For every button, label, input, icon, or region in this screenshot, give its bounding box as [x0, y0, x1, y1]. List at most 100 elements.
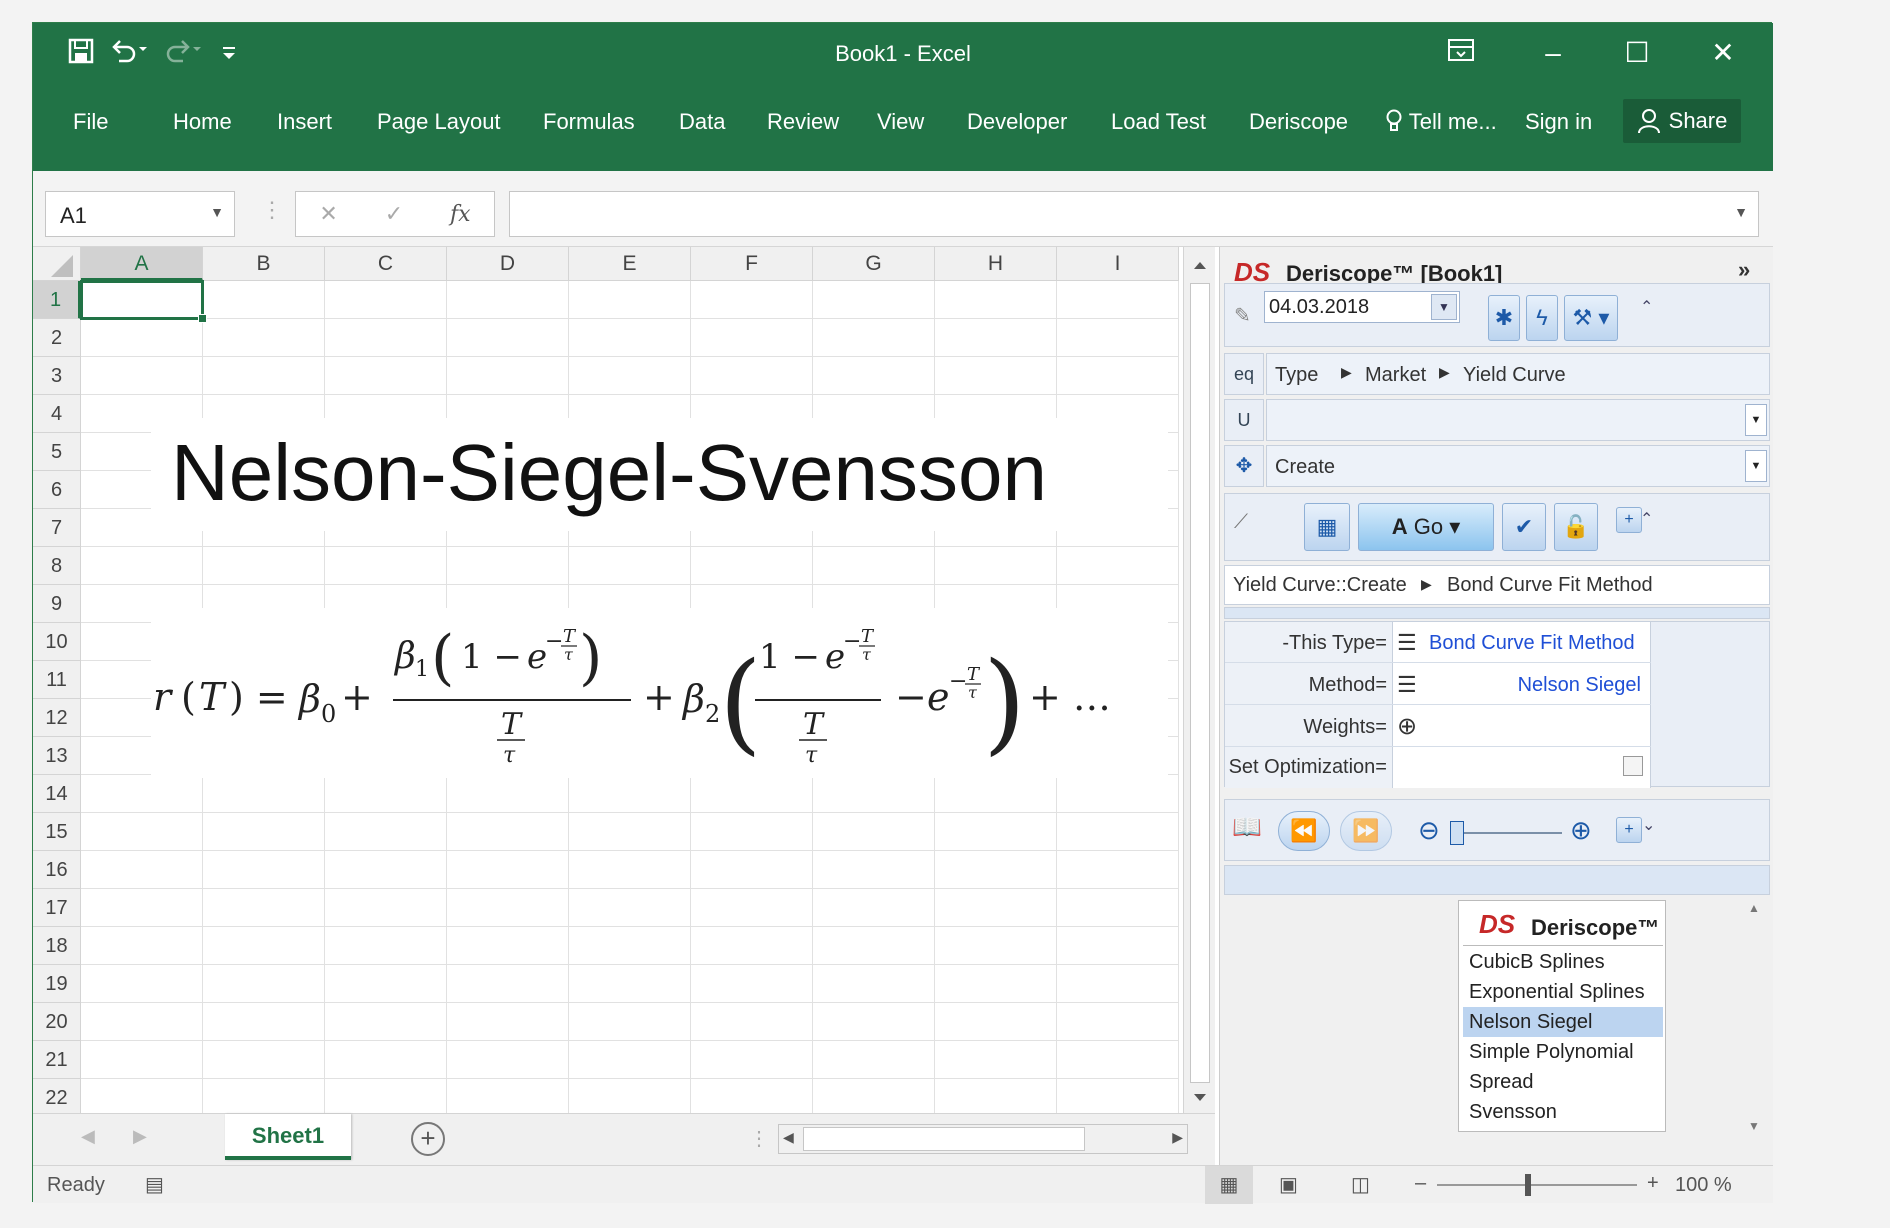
tell-me-box[interactable]: Tell me... — [1385, 109, 1497, 135]
row-header[interactable]: 13 — [33, 737, 81, 775]
normal-view-icon[interactable]: ▦ — [1205, 1166, 1253, 1204]
pane-scrollbar[interactable]: ▲ ▼ — [1740, 897, 1770, 1137]
row-header[interactable]: 20 — [33, 1003, 81, 1041]
scroll-up-icon[interactable] — [1184, 251, 1216, 281]
row-header[interactable]: 17 — [33, 889, 81, 927]
zoom-slider-thumb[interactable] — [1525, 1174, 1531, 1196]
prop-value-method[interactable]: Nelson Siegel — [1518, 674, 1641, 697]
pane-zoom-slider[interactable] — [1450, 832, 1562, 834]
column-header[interactable]: B — [203, 247, 325, 281]
page-layout-view-icon[interactable]: ▣ — [1279, 1172, 1298, 1197]
active-cell[interactable] — [80, 280, 204, 320]
tab-formulas[interactable]: Formulas — [543, 109, 635, 135]
book-icon[interactable]: 📖 — [1232, 813, 1262, 842]
zoom-level[interactable]: 100 % — [1675, 1174, 1732, 1197]
name-box[interactable]: A1 ▼ — [45, 191, 235, 237]
dropdown-option[interactable]: Spread — [1463, 1067, 1663, 1097]
dropdown-option[interactable]: Svensson — [1463, 1097, 1663, 1127]
row-header[interactable]: 6 — [33, 471, 81, 509]
add-circle-icon[interactable]: ⊕ — [1397, 712, 1417, 741]
sign-in-link[interactable]: Sign in — [1525, 109, 1592, 135]
vertical-scroll-thumb[interactable] — [1190, 283, 1210, 1083]
pane-zoom-thumb[interactable] — [1450, 821, 1464, 845]
path-market[interactable]: Market — [1365, 364, 1426, 387]
dropdown-option[interactable]: Exponential Splines — [1463, 977, 1663, 1007]
dropdown-option-selected[interactable]: Nelson Siegel — [1463, 1007, 1663, 1037]
row-header[interactable]: 3 — [33, 357, 81, 395]
minimize-button[interactable]: – — [1523, 33, 1583, 73]
add-sheet-button[interactable]: + — [411, 1122, 445, 1156]
tab-page-layout[interactable]: Page Layout — [377, 109, 501, 135]
column-header[interactable]: G — [813, 247, 935, 281]
eq-button[interactable]: eq — [1224, 353, 1264, 395]
tab-review[interactable]: Review — [767, 109, 839, 135]
insert-function-button[interactable]: fx — [450, 202, 471, 227]
scroll-down-icon[interactable] — [1184, 1083, 1216, 1113]
row-header[interactable]: 9 — [33, 585, 81, 623]
page-break-view-icon[interactable]: ◫ — [1351, 1172, 1370, 1197]
enter-icon[interactable]: ✓ — [385, 201, 403, 227]
list-icon[interactable]: ☰ — [1397, 672, 1417, 698]
zoom-slider[interactable] — [1437, 1184, 1637, 1186]
close-button[interactable]: ✕ — [1693, 33, 1753, 73]
lightning-button[interactable]: ϟ — [1526, 295, 1558, 341]
column-header[interactable]: C — [325, 247, 447, 281]
scroll-left-icon[interactable]: ◀ — [783, 1129, 794, 1146]
tab-load-test[interactable]: Load Test — [1111, 109, 1206, 135]
optimization-checkbox[interactable] — [1623, 756, 1643, 776]
rewind-button[interactable]: ⏪ — [1278, 811, 1330, 851]
row-header[interactable]: 1 — [33, 281, 81, 319]
go-button[interactable]: A Go ▾ — [1358, 503, 1494, 551]
collapse-down-icon[interactable]: ⌄ — [1642, 815, 1655, 835]
function-icon[interactable]: ✥ — [1224, 445, 1264, 487]
cancel-icon[interactable]: ✕ — [319, 201, 337, 227]
tools-button[interactable]: ⚒ ▾ — [1564, 295, 1618, 341]
u-dropdown-icon[interactable]: ▼ — [1745, 404, 1767, 436]
method-dropdown[interactable]: DS Deriscope™ CubicB Splines Exponential… — [1458, 900, 1666, 1132]
row-header[interactable]: 19 — [33, 965, 81, 1003]
vertical-scrollbar[interactable] — [1183, 247, 1215, 1113]
row-header[interactable]: 2 — [33, 319, 81, 357]
tab-deriscope[interactable]: Deriscope — [1249, 109, 1348, 135]
wand-icon[interactable]: ⟋ — [1234, 511, 1248, 534]
tab-split-handle-icon[interactable]: ⋮ — [749, 1126, 769, 1151]
tab-data[interactable]: Data — [679, 109, 725, 135]
ribbon-display-icon[interactable] — [1431, 33, 1491, 73]
expand-icon[interactable]: + — [1616, 507, 1642, 533]
column-header[interactable]: F — [691, 247, 813, 281]
tab-view[interactable]: View — [877, 109, 924, 135]
row-header[interactable]: 7 — [33, 509, 81, 547]
breadcrumb-item[interactable]: Yield Curve::Create — [1233, 574, 1407, 597]
zoom-out-icon[interactable]: ⊖ — [1418, 815, 1440, 846]
row-header[interactable]: 11 — [33, 661, 81, 699]
row-header[interactable]: 10 — [33, 623, 81, 661]
row-header[interactable]: 16 — [33, 851, 81, 889]
expand-icon[interactable]: + — [1616, 817, 1642, 843]
resize-handle-icon[interactable]: ⋮ — [261, 197, 283, 223]
table-button[interactable]: ▦ — [1304, 503, 1350, 551]
date-field[interactable]: 04.03.2018 ▼ — [1264, 291, 1460, 323]
share-button[interactable]: Share — [1623, 99, 1741, 143]
zoom-out-button[interactable]: – — [1415, 1172, 1426, 1195]
row-header[interactable]: 14 — [33, 775, 81, 813]
path-yield-curve[interactable]: Yield Curve — [1463, 364, 1566, 387]
action-dropdown-icon[interactable]: ▼ — [1745, 450, 1767, 482]
row-header[interactable]: 22 — [33, 1079, 81, 1113]
check-button[interactable]: ✔ — [1502, 503, 1546, 551]
tab-home[interactable]: Home — [173, 109, 232, 135]
column-header[interactable]: D — [447, 247, 569, 281]
tab-developer[interactable]: Developer — [967, 109, 1067, 135]
scroll-right-icon[interactable]: ▶ — [1172, 1129, 1183, 1146]
zoom-in-icon[interactable]: ⊕ — [1570, 815, 1592, 846]
chevron-down-icon[interactable]: ▼ — [210, 204, 224, 220]
expand-formula-icon[interactable]: ▼ — [1734, 204, 1748, 220]
row-header[interactable]: 15 — [33, 813, 81, 851]
row-header[interactable]: 18 — [33, 927, 81, 965]
action-field[interactable]: Create ▼ — [1266, 445, 1770, 487]
column-header[interactable]: H — [935, 247, 1057, 281]
macro-record-icon[interactable]: ▤ — [145, 1172, 164, 1197]
u-field[interactable]: ▼ — [1266, 399, 1770, 441]
collapse-pane-icon[interactable]: » — [1738, 257, 1750, 283]
path-type[interactable]: Type — [1275, 364, 1318, 387]
sheet-tab-sheet1[interactable]: Sheet1 — [225, 1114, 351, 1160]
